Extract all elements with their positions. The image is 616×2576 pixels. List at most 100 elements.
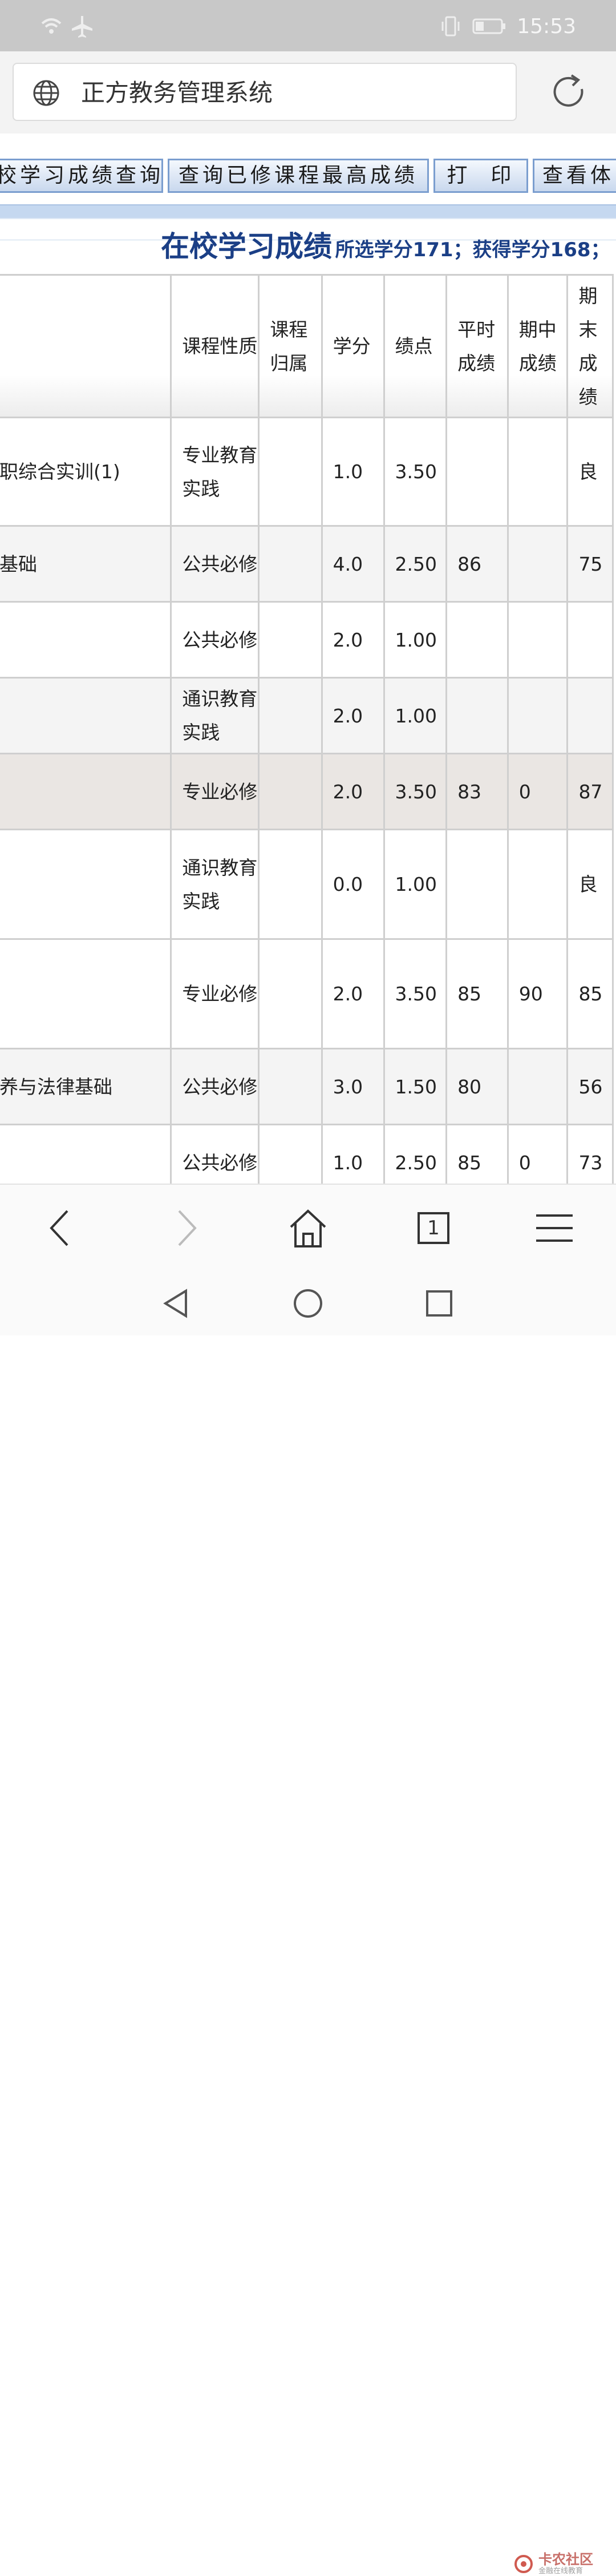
usual-score — [445, 417, 509, 527]
course-type: 公共必修 — [170, 525, 260, 603]
mid-score: 0 — [506, 1124, 569, 1184]
grades-table: 课程性质 课程归属 学分 绩点 平时成绩 期中成绩 期末成绩 职综合实训(1) … — [0, 274, 614, 1184]
final-score: 87 — [566, 753, 614, 830]
course-belong — [258, 417, 323, 527]
gpa: 3.50 — [383, 753, 448, 830]
course-type: 专业必修 — [170, 753, 260, 830]
course-type: 专业必修 — [170, 938, 260, 1049]
header-usual: 平时成绩 — [445, 274, 509, 418]
grades-query-button[interactable]: 校学习成绩查询 — [0, 159, 163, 193]
gpa: 1.00 — [383, 677, 448, 754]
course-name — [0, 753, 172, 830]
browser-address-bar: 正方教务管理系统 — [0, 51, 616, 134]
credit: 1.0 — [321, 1124, 385, 1184]
forward-icon[interactable] — [163, 1205, 209, 1251]
course-belong — [258, 1048, 323, 1125]
final-score: 85 — [566, 938, 614, 1049]
tab-count: 1 — [418, 1212, 449, 1244]
course-name — [0, 601, 172, 679]
gpa: 1.50 — [383, 1048, 448, 1125]
course-name: 基础 — [0, 525, 172, 603]
course-belong — [258, 601, 323, 679]
url-field[interactable]: 正方教务管理系统 — [13, 63, 517, 121]
watermark-subtitle: 金融在线教育 — [538, 2567, 583, 2575]
mid-score — [506, 677, 569, 754]
battery-icon — [472, 18, 506, 34]
divider-bar — [0, 204, 616, 219]
gpa: 2.50 — [383, 1124, 448, 1184]
gpa: 3.50 — [383, 938, 448, 1049]
mid-score — [506, 601, 569, 679]
course-type: 通识教育实践 — [170, 829, 260, 940]
mid-score — [506, 417, 569, 527]
system-recents-icon[interactable] — [422, 1286, 456, 1321]
page-heading: 在校学习成绩 所选学分171；获得学分168； — [161, 224, 610, 265]
browser-bottom-bar: 1 — [0, 1184, 616, 1268]
credit: 3.0 — [321, 1048, 385, 1125]
course-name: 养与法律基础 — [0, 1048, 172, 1125]
course-type: 公共必修 — [170, 601, 260, 679]
usual-score: 80 — [445, 1048, 509, 1125]
usual-score — [445, 829, 509, 940]
usual-score — [445, 601, 509, 679]
credit: 4.0 — [321, 525, 385, 603]
table-row: 养与法律基础 公共必修 3.0 1.50 80 56 — [0, 1048, 614, 1125]
credit: 1.0 — [321, 417, 385, 527]
table-row: 公共必修 2.0 1.00 — [0, 601, 614, 679]
header-course-type: 课程性质 — [170, 274, 260, 418]
credit: 0.0 — [321, 829, 385, 940]
menu-icon[interactable] — [532, 1205, 577, 1251]
mid-score: 0 — [506, 753, 569, 830]
header-course-belong: 课程归属 — [258, 274, 323, 418]
watermark-logo-icon — [514, 2555, 533, 2573]
gpa: 1.00 — [383, 829, 448, 940]
system-back-icon[interactable] — [160, 1286, 194, 1321]
credit: 2.0 — [321, 938, 385, 1049]
view-physical-button[interactable]: 查看体 — [533, 159, 616, 193]
course-name — [0, 1124, 172, 1184]
page-title: 正方教务管理系统 — [81, 79, 273, 107]
header-gpa: 绩点 — [383, 274, 448, 418]
course-belong — [258, 677, 323, 754]
gpa: 2.50 — [383, 525, 448, 603]
globe-icon — [33, 80, 59, 106]
final-score: 73 — [566, 1124, 614, 1184]
course-name — [0, 829, 172, 940]
mid-score — [506, 829, 569, 940]
course-name — [0, 938, 172, 1049]
system-home-icon[interactable] — [291, 1286, 325, 1321]
table-row: 专业必修 2.0 3.50 85 90 85 — [0, 938, 614, 1049]
table-row: 通识教育实践 0.0 1.00 良 — [0, 829, 614, 940]
course-type: 专业教育实践 — [170, 417, 260, 527]
course-name: 职综合实训(1) — [0, 417, 172, 527]
course-type: 通识教育实践 — [170, 677, 260, 754]
web-page: 校学习成绩查询 查询已修课程最高成绩 打 印 查看体 在校学习成绩 所选学分17… — [0, 134, 616, 1184]
system-navigation-bar: 卡农社区 金融在线教育 — [0, 1267, 616, 2575]
watermark: 卡农社区 金融在线教育 — [513, 2552, 593, 2576]
back-icon[interactable] — [38, 1205, 83, 1251]
tabs-button[interactable]: 1 — [411, 1205, 456, 1251]
usual-score: 85 — [445, 938, 509, 1049]
highest-grades-button[interactable]: 查询已修课程最高成绩 — [168, 159, 429, 193]
course-belong — [258, 753, 323, 830]
mid-score — [506, 1048, 569, 1125]
course-type: 公共必修 — [170, 1124, 260, 1184]
table-row: 公共必修 1.0 2.50 85 0 73 — [0, 1124, 614, 1184]
table-row: 专业必修 2.0 3.50 83 0 87 — [0, 753, 614, 830]
home-icon[interactable] — [285, 1205, 331, 1251]
print-button[interactable]: 打 印 — [433, 159, 528, 193]
credit: 2.0 — [321, 601, 385, 679]
header-mid: 期中成绩 — [506, 274, 569, 418]
table-row: 职综合实训(1) 专业教育实践 1.0 3.50 良 — [0, 417, 614, 527]
airplane-icon — [72, 16, 92, 38]
credit: 2.0 — [321, 753, 385, 830]
reload-icon[interactable] — [549, 72, 589, 112]
table-row: 基础 公共必修 4.0 2.50 86 75 — [0, 525, 614, 603]
wifi-icon — [41, 18, 62, 34]
course-name — [0, 677, 172, 754]
usual-score: 85 — [445, 1124, 509, 1184]
course-belong — [258, 1124, 323, 1184]
clock: 15:53 — [517, 14, 576, 38]
usual-score — [445, 677, 509, 754]
usual-score: 86 — [445, 525, 509, 603]
